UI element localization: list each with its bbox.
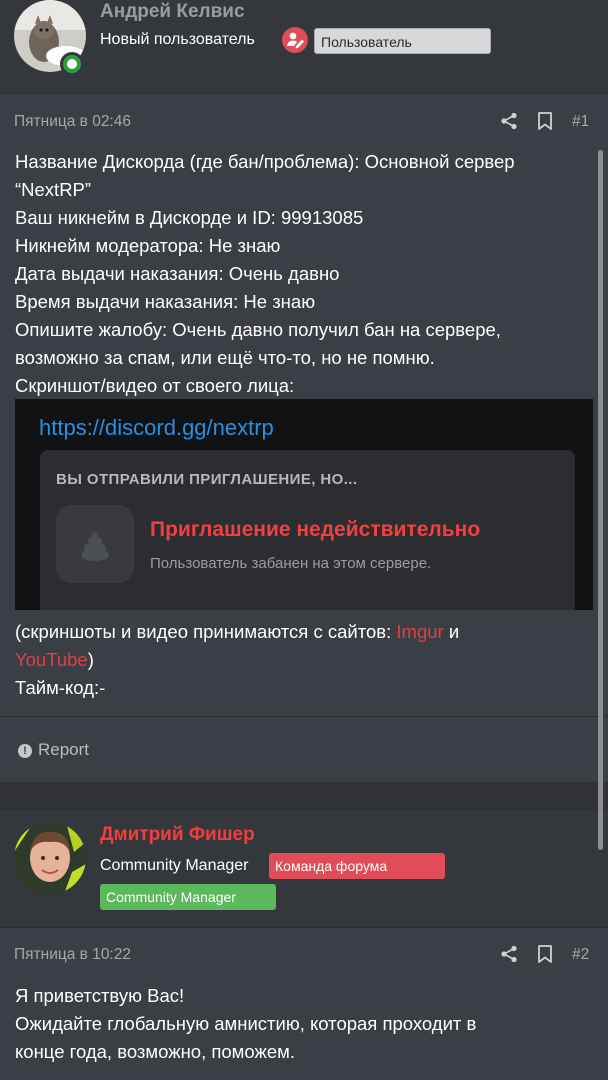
scrollbar[interactable] — [598, 150, 603, 850]
report-icon: ! — [18, 744, 32, 758]
post2-author-name[interactable]: Дмитрий Фишер — [100, 824, 255, 846]
imgur-link[interactable]: Imgur — [396, 621, 443, 642]
post2-number[interactable]: #2 — [572, 946, 589, 964]
timecode-line: Тайм-код:- — [15, 677, 106, 698]
post1-number[interactable]: #1 — [572, 113, 589, 131]
post1-body: Название Дискорда (где бан/проблема): Ос… — [15, 148, 590, 400]
bookmark-icon[interactable] — [537, 945, 553, 963]
new-user-icon — [282, 27, 308, 53]
screenshot-invite-title: Приглашение недействительно — [150, 518, 481, 541]
body-line: YouTube) — [15, 646, 590, 674]
post2-date[interactable]: Пятница в 10:22 — [14, 946, 131, 964]
post1-footer-text: (скриншоты и видео принимаются с сайтов:… — [15, 618, 590, 702]
online-status-icon — [60, 52, 84, 76]
post2-author-block: Дмитрий Фишер Community Manager Команда … — [0, 810, 608, 928]
body-line: Ваш никнейм в Дискорде и ID: 99913085 — [15, 207, 364, 228]
youtube-link[interactable]: YouTube — [15, 649, 88, 670]
body-line: возможно за спам, или ещё что-то, но не … — [15, 347, 435, 368]
share-icon[interactable] — [500, 945, 518, 963]
footer-and: и — [443, 621, 460, 642]
attached-screenshot[interactable]: https://discord.gg/nextrp ВЫ ОТПРАВИЛИ П… — [15, 399, 593, 610]
screenshot-invite-card: ВЫ ОТПРАВИЛИ ПРИГЛАШЕНИЕ, НО... Приглаше… — [40, 450, 575, 610]
body-line: Я приветствую Вас! — [15, 985, 185, 1006]
body-line: Дата выдачи наказания: Очень давно — [15, 263, 340, 284]
post1-author-block: Андрей Келвис Новый пользователь Пользов… — [0, 0, 608, 94]
body-line: Опишите жалобу: Очень давно получил бан … — [15, 319, 501, 340]
screenshot-invite-url: https://discord.gg/nextrp — [39, 415, 274, 440]
footer-text: (скриншоты и видео принимаются с сайтов: — [15, 621, 397, 642]
post1-author-title: Новый пользователь — [100, 31, 255, 48]
body-line: Время выдачи наказания: Не знаю — [15, 291, 316, 312]
post2-body: Я приветствую Вас! Ожидайте глобальную а… — [15, 982, 590, 1066]
footer-close: ) — [87, 649, 94, 670]
body-line: Никнейм модератора: Не знаю — [15, 235, 281, 256]
body-line: “NextRP” — [15, 179, 92, 200]
post2-author-title: Community Manager — [100, 857, 249, 874]
post1-date[interactable]: Пятница в 02:46 — [14, 113, 131, 131]
body-line: Скриншот/видео от своего лица: — [15, 375, 295, 396]
post-separator — [0, 782, 608, 810]
post1-author-name[interactable]: Андрей Келвис — [100, 1, 245, 23]
bookmark-icon[interactable] — [537, 112, 553, 130]
user-group-badge: Пользователь — [314, 28, 491, 54]
team-badge: Команда форума — [269, 853, 445, 879]
community-manager-badge: Community Manager — [100, 884, 276, 910]
person-avatar-image — [14, 822, 86, 894]
screenshot-invite-subtitle: Пользователь забанен на этом сервере. — [150, 555, 432, 572]
body-line: Название Дискорда (где бан/проблема): Ос… — [15, 151, 515, 172]
body-line: конце года, возможно, поможем. — [15, 1041, 295, 1062]
invalid-invite-icon — [56, 505, 134, 583]
share-icon[interactable] — [500, 112, 518, 130]
report-label: Report — [38, 740, 90, 759]
screenshot-invite-heading: ВЫ ОТПРАВИЛИ ПРИГЛАШЕНИЕ, НО... — [56, 471, 358, 488]
report-button[interactable]: ! Report — [18, 740, 89, 760]
divider — [0, 716, 608, 717]
body-line: (скриншоты и видео принимаются с сайтов:… — [15, 618, 590, 646]
post2-avatar[interactable] — [14, 822, 86, 894]
body-line: Ожидайте глобальную амнистию, которая пр… — [15, 1013, 477, 1034]
